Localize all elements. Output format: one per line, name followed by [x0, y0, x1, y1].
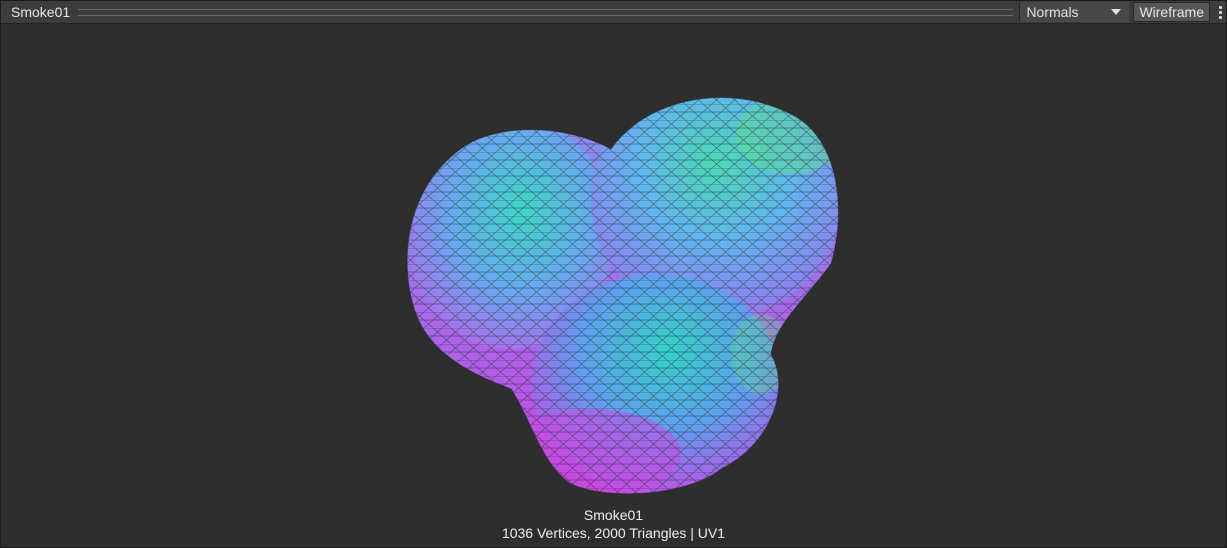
- vertical-ellipsis-icon[interactable]: [1214, 2, 1226, 22]
- header-divider: [78, 8, 1014, 16]
- chevron-down-icon: [1111, 9, 1122, 15]
- mesh-preview-window: Smoke01 Normals Wireframe Smoke01 1036 V…: [0, 0, 1227, 548]
- mesh-name-label: Smoke01: [583, 507, 644, 523]
- mesh-stats-label: 1036 Vertices, 2000 Triangles | UV1: [501, 525, 726, 541]
- preview-title: Smoke01: [11, 4, 71, 20]
- view-mode-label: Normals: [1026, 4, 1079, 20]
- view-mode-dropdown[interactable]: Normals: [1019, 2, 1130, 22]
- wireframe-toggle[interactable]: Wireframe: [1133, 2, 1210, 22]
- mesh-render: [406, 97, 839, 495]
- preview-header: Smoke01 Normals Wireframe: [1, 1, 1226, 24]
- wireframe-label: Wireframe: [1139, 4, 1204, 20]
- mesh-viewport[interactable]: Smoke01 1036 Vertices, 2000 Triangles | …: [1, 24, 1226, 547]
